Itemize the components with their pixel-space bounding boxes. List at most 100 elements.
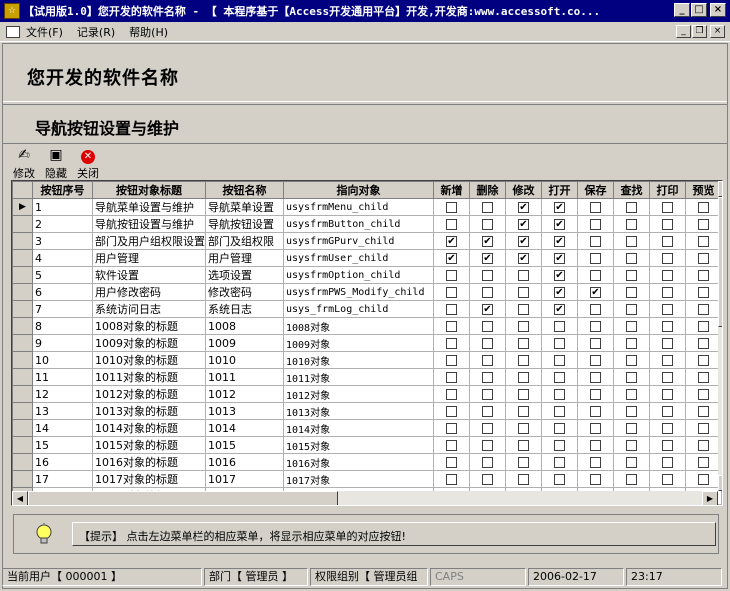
- permission-checkbox[interactable]: [698, 457, 709, 468]
- row-number-cell[interactable]: 9: [32, 334, 93, 352]
- permission-checkbox[interactable]: [626, 423, 637, 434]
- permission-checkbox[interactable]: [662, 355, 673, 366]
- permission-checkbox[interactable]: [590, 457, 601, 468]
- permission-checkbox[interactable]: [482, 338, 493, 349]
- caption-cell[interactable]: 用户修改密码: [92, 283, 206, 301]
- table-row[interactable]: 13 1013对象的标题 1013 1013对象: [12, 402, 722, 420]
- caption-cell[interactable]: 系统访问日志: [92, 300, 206, 318]
- permission-checkbox[interactable]: [626, 287, 637, 298]
- caption-cell[interactable]: 导航按钮设置与维护: [92, 215, 206, 233]
- name-cell[interactable]: 1009: [205, 334, 284, 352]
- permission-checkbox[interactable]: [662, 423, 673, 434]
- name-cell[interactable]: 1016: [205, 453, 284, 471]
- target-cell[interactable]: 1014对象: [283, 419, 434, 437]
- permission-checkbox[interactable]: [626, 202, 637, 213]
- row-number-cell[interactable]: 13: [32, 402, 93, 420]
- permission-checkbox[interactable]: ✔: [554, 304, 565, 315]
- permission-checkbox[interactable]: ✔: [446, 253, 457, 264]
- permission-checkbox[interactable]: [626, 406, 637, 417]
- permission-checkbox[interactable]: [482, 440, 493, 451]
- permission-checkbox[interactable]: [446, 270, 457, 281]
- caption-cell[interactable]: 1010对象的标题: [92, 351, 206, 369]
- name-cell[interactable]: 导航按钮设置: [205, 215, 284, 233]
- target-cell[interactable]: 1010对象: [283, 351, 434, 369]
- permission-checkbox[interactable]: [662, 321, 673, 332]
- row-number-cell[interactable]: 15: [32, 436, 93, 454]
- permission-checkbox[interactable]: [698, 474, 709, 485]
- column-header[interactable]: 按钮对象标题: [92, 181, 206, 199]
- table-row[interactable]: 6 用户修改密码 修改密码 usysfrmPWS_Modify_child ✔ ✔: [12, 283, 722, 301]
- record-selector[interactable]: [12, 351, 33, 369]
- permission-checkbox[interactable]: [662, 219, 673, 230]
- column-header[interactable]: 保存: [577, 181, 614, 199]
- permission-checkbox[interactable]: [698, 406, 709, 417]
- table-row[interactable]: 4 用户管理 用户管理 usysfrmUser_child ✔ ✔ ✔ ✔: [12, 249, 722, 267]
- permission-checkbox[interactable]: [518, 355, 529, 366]
- row-number-cell[interactable]: 7: [32, 300, 93, 318]
- scroll-right-icon[interactable]: ▶: [702, 491, 718, 505]
- permission-checkbox[interactable]: [554, 474, 565, 485]
- permission-checkbox[interactable]: [446, 219, 457, 230]
- permission-checkbox[interactable]: [590, 389, 601, 400]
- record-selector[interactable]: [12, 317, 33, 335]
- permission-checkbox[interactable]: ✔: [518, 202, 529, 213]
- permission-checkbox[interactable]: [698, 321, 709, 332]
- record-selector[interactable]: ▶: [12, 198, 33, 216]
- table-row[interactable]: 15 1015对象的标题 1015 1015对象: [12, 436, 722, 454]
- permission-checkbox[interactable]: [626, 338, 637, 349]
- permission-checkbox[interactable]: [554, 423, 565, 434]
- permission-checkbox[interactable]: [698, 202, 709, 213]
- permission-checkbox[interactable]: ✔: [554, 219, 565, 230]
- permission-checkbox[interactable]: [446, 304, 457, 315]
- table-row[interactable]: 11 1011对象的标题 1011 1011对象: [12, 368, 722, 386]
- target-cell[interactable]: 1013对象: [283, 402, 434, 420]
- row-number-cell[interactable]: 2: [32, 215, 93, 233]
- permission-checkbox[interactable]: [590, 406, 601, 417]
- column-header[interactable]: 新增: [433, 181, 470, 199]
- record-selector[interactable]: [12, 215, 33, 233]
- name-cell[interactable]: 1014: [205, 419, 284, 437]
- row-number-cell[interactable]: 10: [32, 351, 93, 369]
- name-cell[interactable]: 系统日志: [205, 300, 284, 318]
- permission-checkbox[interactable]: ✔: [518, 236, 529, 247]
- caption-cell[interactable]: 1015对象的标题: [92, 436, 206, 454]
- document-icon[interactable]: [6, 25, 20, 38]
- permission-checkbox[interactable]: [446, 423, 457, 434]
- name-cell[interactable]: 1012: [205, 385, 284, 403]
- name-cell[interactable]: 1010: [205, 351, 284, 369]
- permission-checkbox[interactable]: ✔: [554, 287, 565, 298]
- record-selector[interactable]: [12, 385, 33, 403]
- row-number-cell[interactable]: 8: [32, 317, 93, 335]
- table-row[interactable]: 3 部门及用户组权限设置 部门及组权限 usysfrmGPurv_child ✔ ✔ ✔ ✔: [12, 232, 722, 250]
- permission-checkbox[interactable]: [518, 338, 529, 349]
- permission-checkbox[interactable]: [698, 270, 709, 281]
- permission-checkbox[interactable]: ✔: [482, 253, 493, 264]
- permission-checkbox[interactable]: [590, 355, 601, 366]
- permission-checkbox[interactable]: [518, 372, 529, 383]
- permission-checkbox[interactable]: [554, 457, 565, 468]
- permission-checkbox[interactable]: [482, 219, 493, 230]
- column-header[interactable]: 删除: [469, 181, 506, 199]
- permission-checkbox[interactable]: [698, 338, 709, 349]
- permission-checkbox[interactable]: [698, 355, 709, 366]
- permission-checkbox[interactable]: [698, 440, 709, 451]
- permission-checkbox[interactable]: ✔: [446, 236, 457, 247]
- permission-checkbox[interactable]: [518, 321, 529, 332]
- mdi-restore-button[interactable]: ❐: [692, 25, 707, 38]
- permission-checkbox[interactable]: [626, 457, 637, 468]
- target-cell[interactable]: usys_frmLog_child: [283, 300, 434, 318]
- permission-checkbox[interactable]: [590, 474, 601, 485]
- permission-checkbox[interactable]: [626, 440, 637, 451]
- permission-checkbox[interactable]: [482, 287, 493, 298]
- permission-checkbox[interactable]: [590, 321, 601, 332]
- caption-cell[interactable]: 1017对象的标题: [92, 470, 206, 488]
- permission-checkbox[interactable]: [626, 389, 637, 400]
- permission-checkbox[interactable]: [446, 440, 457, 451]
- name-cell[interactable]: 选项设置: [205, 266, 284, 284]
- horizontal-scroll-thumb[interactable]: [28, 491, 338, 505]
- name-cell[interactable]: 1017: [205, 470, 284, 488]
- permission-checkbox[interactable]: [482, 372, 493, 383]
- permission-checkbox[interactable]: ✔: [554, 236, 565, 247]
- caption-cell[interactable]: 1016对象的标题: [92, 453, 206, 471]
- permission-checkbox[interactable]: ✔: [554, 253, 565, 264]
